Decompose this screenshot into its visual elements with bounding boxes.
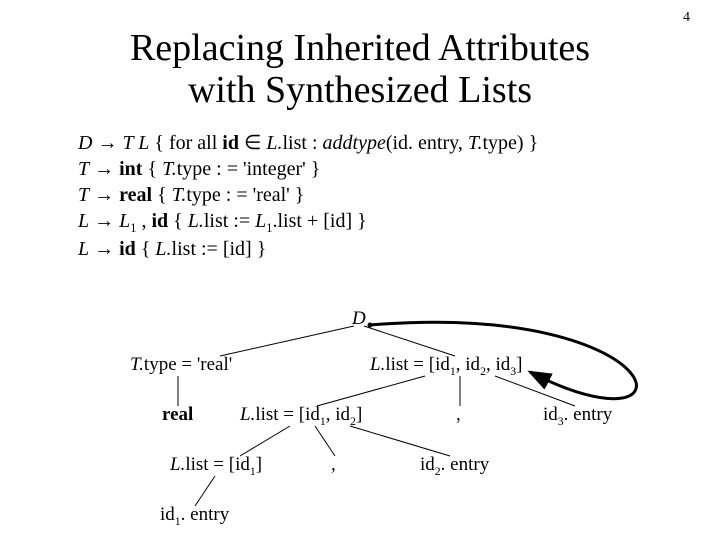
txt: list := [id] } [172, 238, 267, 260]
txt: { [136, 238, 156, 260]
txt: list := [204, 210, 255, 232]
func: addtype [323, 132, 386, 154]
grammar-line-1: D → T L { for all id ∈ L.list : addtype(… [78, 130, 720, 156]
var-l: L. [155, 238, 171, 260]
kw-real: real [114, 184, 152, 206]
sym-l: L [78, 238, 89, 260]
txt: , [136, 210, 151, 232]
var-t: T. [162, 158, 177, 180]
node-l-bot: L.list = [id1] [170, 454, 262, 479]
sym-tl: T L [117, 132, 149, 154]
var-t: T. [172, 184, 187, 206]
txt: { [168, 210, 188, 232]
kw-id: id [151, 210, 168, 232]
grammar-line-5: L → id { L.list := [id] } [78, 236, 720, 262]
node-comma-2: , [331, 454, 336, 476]
node-id3: id3. entry [543, 404, 612, 429]
kw-id: id [222, 132, 239, 154]
txt: (id. entry, [386, 132, 468, 154]
node-t-annot: T.type = 'real' [130, 354, 232, 376]
title-line-2: with Synthesized Lists [188, 69, 532, 111]
node-l-mid: L.list = [id1, id2] [240, 404, 362, 429]
grammar-line-4: L → L1 , id { L.list := L1.list + [id] } [78, 208, 720, 236]
node-comma-1: , [456, 404, 461, 426]
var-l: L. [266, 132, 282, 154]
grammar-line-2: T → int { T.type : = 'integer' } [78, 156, 720, 182]
node-l-top: L.list = [id1, id2, id3] [370, 354, 522, 379]
node-id1: id1. entry [160, 504, 229, 529]
txt: type) } [482, 132, 538, 154]
txt: { for all [149, 132, 222, 154]
var-t: T. [468, 132, 483, 154]
txt: { [152, 184, 172, 206]
sym-t: T [78, 184, 89, 206]
node-d: D [352, 308, 366, 330]
txt: .list + [id] } [273, 210, 367, 232]
sym-l: L [78, 210, 89, 232]
slide-title: Replacing Inherited Attributes with Synt… [0, 28, 720, 112]
sym-l1: L [114, 210, 130, 232]
kw-int: int [114, 158, 142, 180]
txt: list : [283, 132, 323, 154]
parse-tree: D T.type = 'real' L.list = [id1, id2, id… [0, 310, 720, 540]
grammar-block: D → T L { for all id ∈ L.list : addtype(… [78, 130, 720, 262]
var-l: L. [188, 210, 204, 232]
kw-id: id [114, 238, 136, 260]
in-sym: ∈ [239, 132, 266, 154]
title-line-1: Replacing Inherited Attributes [130, 27, 590, 69]
sym-t: T [78, 158, 89, 180]
grammar-line-3: T → real { T.type : = 'real' } [78, 182, 720, 208]
sym-d: D [78, 132, 92, 154]
page-number: 4 [683, 10, 690, 26]
txt: type : = 'integer' } [177, 158, 321, 180]
txt: type : = 'real' } [186, 184, 304, 206]
node-id2: id2. entry [420, 454, 489, 479]
txt: { [142, 158, 162, 180]
sym-l1b: L [255, 210, 266, 232]
node-real: real [162, 404, 193, 426]
